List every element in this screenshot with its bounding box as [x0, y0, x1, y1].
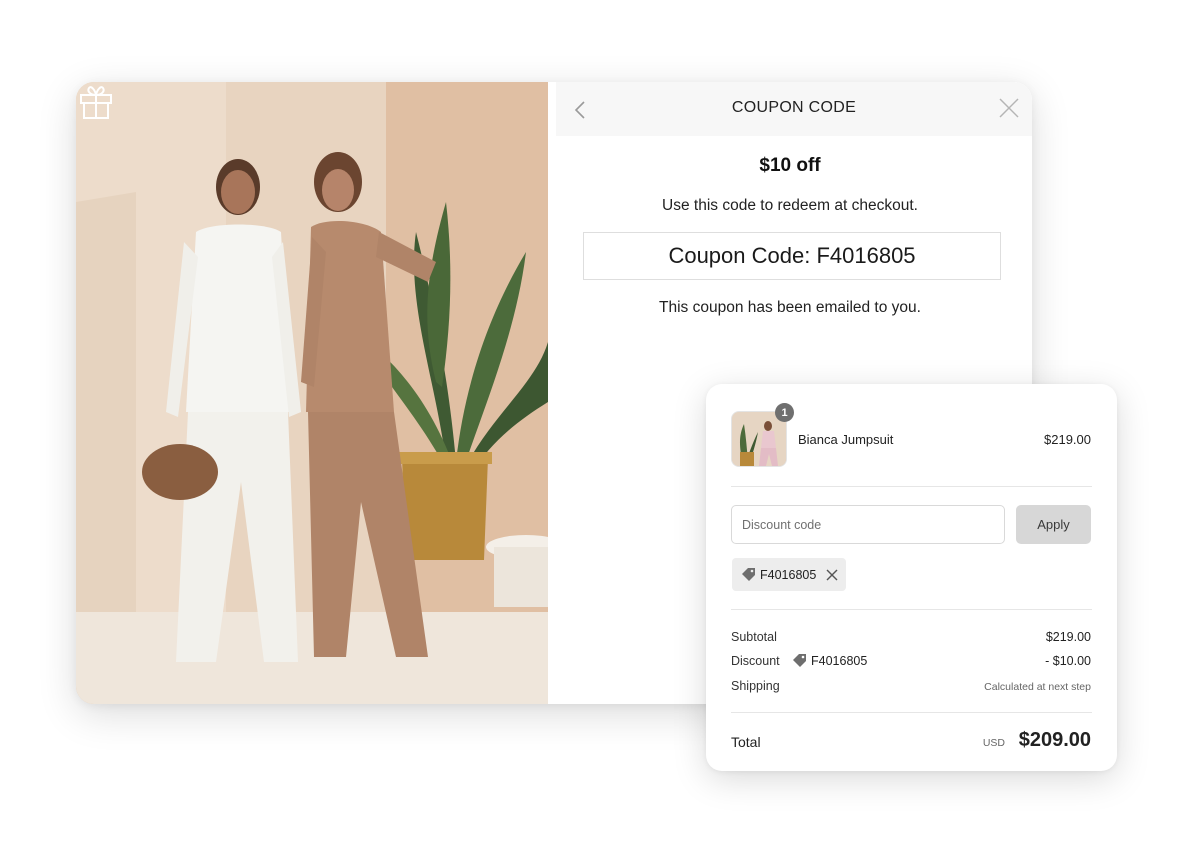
redeem-instructions: Use this code to redeem at checkout. — [662, 197, 918, 214]
apply-button[interactable]: Apply — [1016, 505, 1091, 544]
discount-label: Discount — [731, 654, 780, 668]
discount-value: - $10.00 — [1045, 654, 1091, 668]
remove-discount-icon[interactable] — [826, 569, 838, 581]
product-name: Bianca Jumpsuit — [798, 432, 894, 447]
tag-icon — [793, 654, 806, 667]
product-price: $219.00 — [1044, 432, 1091, 447]
panel-header: COUPON CODE — [556, 82, 1032, 136]
discount-code-input[interactable] — [731, 505, 1005, 544]
subtotal-label: Subtotal — [731, 630, 777, 644]
subtotal-value: $219.00 — [1045, 630, 1091, 644]
tag-icon — [742, 567, 755, 581]
divider — [731, 712, 1092, 713]
divider — [731, 486, 1092, 487]
total-label: Total — [731, 734, 761, 750]
coupon-code-box[interactable]: Coupon Code: F4016805 — [583, 232, 1001, 280]
gift-icon — [80, 86, 112, 119]
shipping-label: Shipping — [731, 679, 780, 693]
panel-title: COUPON CODE — [731, 99, 857, 116]
emailed-note: This coupon has been emailed to you. — [659, 299, 921, 316]
total-value: $209.00 — [1018, 729, 1091, 751]
offer-amount: $10 off — [759, 155, 821, 176]
applied-code-label: F4016805 — [760, 567, 817, 582]
close-icon[interactable] — [998, 97, 1020, 119]
discount-code-label: F4016805 — [811, 654, 868, 668]
divider — [731, 609, 1092, 610]
applied-discount-chip: F4016805 — [732, 558, 846, 591]
currency-label: USD — [982, 737, 1005, 749]
hero-photo — [76, 82, 548, 704]
shipping-value: Calculated at next step — [984, 681, 1091, 693]
quantity-badge: 1 — [775, 403, 794, 422]
checkout-summary-card: 1 Bianca Jumpsuit $219.00 Apply F4016805… — [706, 384, 1117, 771]
